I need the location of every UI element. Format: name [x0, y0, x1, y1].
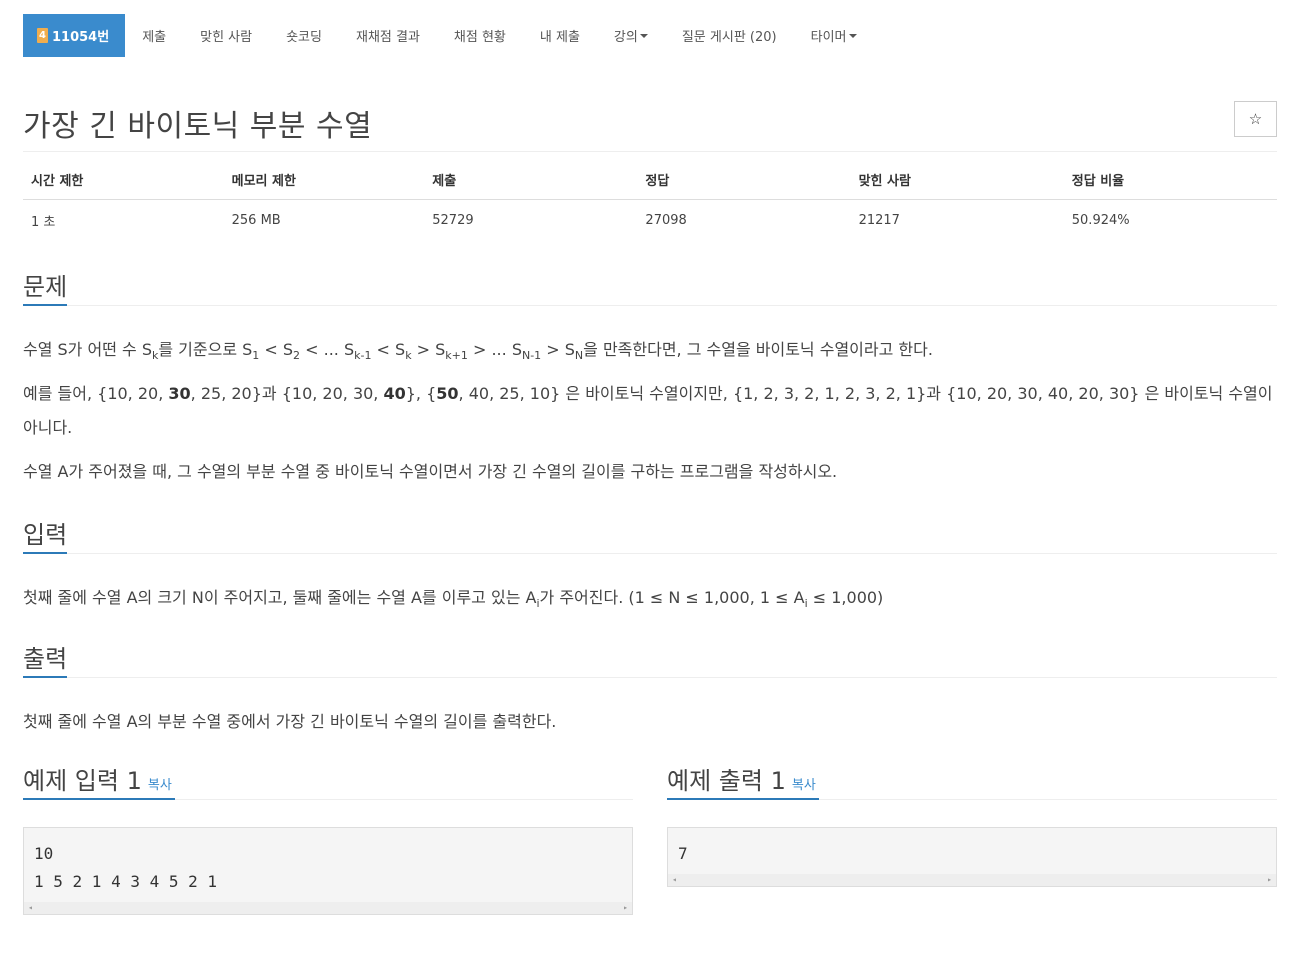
td-memory-limit: 256 MB: [231, 213, 281, 228]
heading-underline: [23, 552, 67, 554]
nav-short-coding[interactable]: 숏코딩: [269, 14, 339, 57]
nav-problem-tab[interactable]: 4 11054번: [23, 14, 126, 57]
td-accepted: 27098: [645, 213, 687, 228]
nav-my-submissions[interactable]: 내 제출: [523, 14, 597, 57]
info-value-row: 1 초 256 MB 52729 27098 21217 50.924%: [23, 200, 1277, 241]
scroll-right-icon[interactable]: ▸: [1267, 874, 1272, 886]
sample-output: 예제 출력 1 복사 7 ◂ ▸: [667, 759, 1277, 915]
sample-input-title: 예제 입력 1: [23, 767, 142, 795]
scroll-left-icon[interactable]: ◂: [28, 902, 33, 914]
scroll-left-icon[interactable]: ◂: [672, 874, 677, 886]
th-submissions: 제출: [424, 170, 638, 200]
heading-underline: [667, 798, 819, 800]
sample-output-box: 7 ◂ ▸: [667, 827, 1277, 887]
nav-solvers[interactable]: 맞힌 사람: [183, 14, 269, 57]
problem-heading: 문제: [23, 273, 68, 301]
sample-input-text: 10 1 5 2 1 4 3 4 5 2 1: [34, 844, 218, 891]
nav-submit[interactable]: 제출: [125, 14, 183, 57]
td-submissions: 52729: [432, 213, 474, 228]
problem-line-3: 수열 A가 주어졌을 때, 그 수열의 부분 수열 중 바이토닉 수열이면서 가…: [23, 462, 838, 481]
nav-timer[interactable]: 타이머: [794, 14, 874, 57]
nav-lectures[interactable]: 강의: [597, 14, 665, 57]
sample-input-box: 10 1 5 2 1 4 3 4 5 2 1 ◂ ▸: [23, 827, 633, 915]
problem-section-header: 문제: [23, 265, 1277, 306]
th-solvers: 맞힌 사람: [850, 170, 1064, 200]
nav-problem-id: 11054번: [52, 30, 110, 45]
title-row: 가장 긴 바이토닉 부분 수열 ☆: [23, 71, 1277, 152]
heading-underline: [23, 676, 67, 678]
td-solvers: 21217: [858, 213, 900, 228]
tier-badge-icon: 4: [37, 28, 48, 43]
nav-lectures-label: 강의: [613, 30, 638, 45]
output-heading: 출력: [23, 645, 68, 673]
sample-output-text: 7: [678, 844, 688, 863]
nav-board[interactable]: 질문 게시판 (20): [665, 14, 794, 57]
sample-input-heading: 예제 입력 1 복사: [23, 761, 172, 796]
page-title: 가장 긴 바이토닉 부분 수열: [23, 109, 373, 144]
star-icon: ☆: [1248, 110, 1263, 128]
problem-line-1: 수열 S가 어떤 수 Sk를 기준으로 S1 < S2 < ... Sk-1 <…: [23, 340, 933, 363]
horizontal-scrollbar[interactable]: ◂ ▸: [24, 902, 632, 914]
sample-input-header: 예제 입력 1 복사: [23, 759, 633, 800]
caret-down-icon: [848, 33, 857, 38]
output-section-header: 출력: [23, 637, 1277, 678]
problem-info-table: 시간 제한 메모리 제한 제출 정답 맞힌 사람 정답 비율 1 초 256 M…: [23, 170, 1277, 240]
sample-output-title: 예제 출력 1: [667, 767, 786, 795]
horizontal-scrollbar[interactable]: ◂ ▸: [668, 874, 1276, 886]
td-time-limit: 1 초: [31, 215, 56, 230]
samples-row: 예제 입력 1 복사 10 1 5 2 1 4 3 4 5 2 1 ◂ ▸ 예제 출…: [23, 759, 1277, 915]
favorite-star-button[interactable]: ☆: [1234, 101, 1277, 137]
input-description: 첫째 줄에 수열 A의 크기 N이 주어지고, 둘째 줄에는 수열 A를 이루고…: [23, 588, 884, 611]
td-ratio: 50.924%: [1071, 213, 1130, 228]
th-time-limit: 시간 제한: [23, 170, 224, 200]
info-header-row: 시간 제한 메모리 제한 제출 정답 맞힌 사람 정답 비율: [23, 170, 1277, 200]
output-description: 첫째 줄에 수열 A의 부분 수열 중에서 가장 긴 바이토닉 수열의 길이를 …: [23, 712, 557, 731]
th-memory-limit: 메모리 제한: [223, 170, 425, 200]
nav-status[interactable]: 채점 현황: [437, 14, 523, 57]
problem-line-2: 예를 들어, {10, 20, 30, 25, 20}과 {10, 20, 30…: [23, 384, 1273, 437]
input-section-header: 입력: [23, 513, 1277, 554]
th-accepted: 정답: [637, 170, 851, 200]
nav-rejudge[interactable]: 재채점 결과: [339, 14, 437, 57]
copy-output-button[interactable]: 복사: [792, 778, 816, 793]
nav-timer-label: 타이머: [810, 30, 847, 45]
sample-output-header: 예제 출력 1 복사: [667, 759, 1277, 800]
scroll-right-icon[interactable]: ▸: [623, 902, 628, 914]
copy-input-button[interactable]: 복사: [148, 778, 172, 793]
heading-underline: [23, 798, 175, 800]
sample-output-heading: 예제 출력 1 복사: [667, 761, 816, 796]
input-heading: 입력: [23, 521, 68, 549]
caret-down-icon: [639, 33, 648, 38]
problem-nav: 4 11054번 제출 맞힌 사람 숏코딩 재채점 결과 채점 현황 내 제출 …: [23, 14, 1277, 71]
sample-input: 예제 입력 1 복사 10 1 5 2 1 4 3 4 5 2 1 ◂ ▸: [23, 759, 633, 915]
heading-underline: [23, 304, 67, 306]
th-ratio: 정답 비율: [1063, 170, 1277, 200]
